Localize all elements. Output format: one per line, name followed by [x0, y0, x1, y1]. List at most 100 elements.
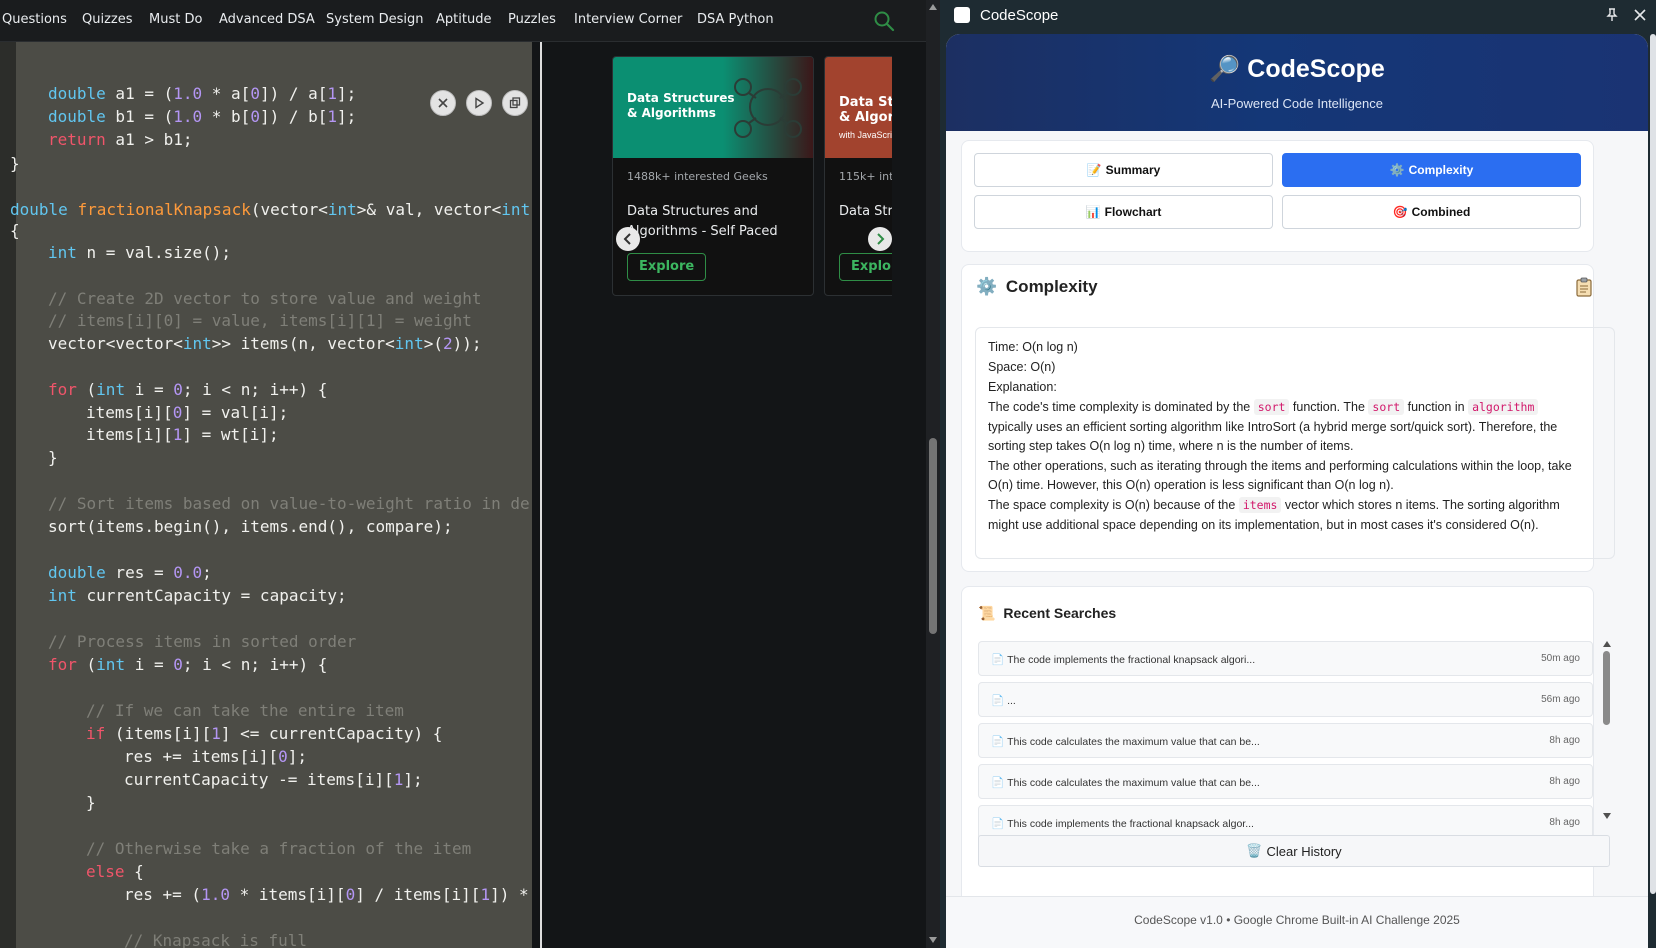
page-scrollbar[interactable] [926, 0, 940, 948]
clipboard-icon[interactable] [1576, 277, 1592, 297]
extension-icon [954, 7, 970, 23]
code-line: double fractionalKnapsack(vector<int>& v… [10, 200, 530, 219]
target-icon: 🎯 [1392, 205, 1408, 219]
recent-list-scrollbar-thumb[interactable] [1603, 651, 1610, 725]
web-page: Questions Quizzes Must Do Advanced DSA S… [0, 0, 926, 948]
code-line: // Knapsack is full [124, 931, 308, 948]
recent-search-snippet: This code calculates the maximum value t… [1007, 777, 1260, 789]
inline-code: algorithm [1468, 399, 1539, 415]
carousel-prev-button[interactable] [616, 227, 640, 251]
code-line: // Sort items based on value-to-weight r… [48, 494, 530, 513]
pin-icon[interactable] [1606, 8, 1618, 22]
code-line: // Create 2D vector to store value and w… [48, 289, 482, 308]
recent-search-item[interactable]: 📄 The code implements the fractional knap… [978, 641, 1593, 676]
code-line: res += items[i][0]; [124, 747, 308, 766]
course-banner-subtext: with JavaScrip [839, 130, 892, 140]
nav-item-advanced-dsa[interactable]: Advanced DSA [219, 12, 315, 27]
mode-tabs-card: 📝 Summary ⚙️ Complexity 📊 Flowchart 🎯 Co… [961, 140, 1594, 252]
explanation-line: The code's time complexity is dominated … [988, 399, 1539, 415]
recent-search-text: 📄 This code calculates the maximum value … [991, 776, 1260, 789]
code-line: int n = val.size(); [48, 243, 232, 262]
close-icon[interactable] [1634, 9, 1646, 21]
play-icon [475, 97, 485, 109]
course-card[interactable]: Data Str & Algori with JavaScrip 115k+ i… [824, 56, 892, 296]
result-title: ⚙️ Complexity [976, 277, 1098, 297]
magnifier-icon: 🔎 [1209, 54, 1241, 83]
explore-button[interactable]: Explore [839, 253, 892, 281]
tab-label: Complexity [1408, 163, 1474, 177]
gear-icon: ⚙️ [1389, 163, 1405, 177]
nav-item-dsa-python[interactable]: DSA Python [697, 12, 774, 27]
scroll-up-arrow-icon[interactable] [1603, 641, 1611, 647]
close-code-button[interactable] [430, 90, 456, 116]
space-complexity: Space: O(n) [988, 360, 1056, 374]
tab-summary[interactable]: 📝 Summary [974, 153, 1273, 187]
trash-icon: 🗑️ [1246, 843, 1263, 859]
explanation-text: function. The [1289, 400, 1369, 414]
document-icon: 📄 [991, 736, 1005, 748]
nav-item-quizzes[interactable]: Quizzes [82, 12, 133, 27]
inline-code: items [1238, 497, 1282, 513]
scroll-down-arrow-icon[interactable] [1603, 813, 1611, 819]
recent-search-text: 📄... [991, 694, 1016, 707]
nav-item-system-design[interactable]: System Design [326, 12, 424, 27]
document-icon: 📄 [991, 818, 1005, 830]
carousel-next-button[interactable] [868, 227, 892, 251]
inline-code: sort [1253, 399, 1290, 415]
document-icon: 📄 [991, 654, 1005, 666]
code-line: } [48, 448, 58, 467]
result-title-text: Complexity [1005, 277, 1098, 296]
course-interest-count: 1488k+ interested Geeks [627, 170, 768, 183]
recent-search-item[interactable]: 📄... 56m ago [978, 682, 1593, 717]
course-title[interactable]: Data Struc in JavaSc [839, 202, 892, 222]
course-interest-count: 115k+ int [839, 170, 892, 183]
recent-searches-title: 📜 Recent Searches [978, 605, 1116, 622]
code-line: for (int i = 0; i < n; i++) { [48, 380, 328, 399]
search-icon[interactable] [873, 10, 895, 32]
nav-item-must-do[interactable]: Must Do [149, 12, 202, 27]
app-header: 🔎 CodeScope AI-Powered Code Intelligence [946, 34, 1648, 131]
explore-button[interactable]: Explore [627, 253, 707, 281]
recent-search-time: 50m ago [1541, 653, 1580, 664]
code-line: // items[i][0] = value, items[i][1] = we… [48, 311, 472, 330]
code-line: // If we can take the entire item [86, 701, 404, 720]
code-line: currentCapacity -= items[i][1]; [124, 770, 423, 789]
run-code-button[interactable] [466, 90, 492, 116]
recent-search-item[interactable]: 📄 This code calculates the maximum value … [978, 764, 1593, 799]
nav-item-aptitude[interactable]: Aptitude [436, 12, 491, 27]
explanation-text: The space complexity is O(n) because of … [988, 498, 1239, 512]
explanation-line: might use additional space depending on … [988, 518, 1539, 532]
recent-search-snippet: ... [1007, 695, 1016, 707]
scroll-up-arrow-icon[interactable] [929, 4, 937, 10]
code-line: for (int i = 0; i < n; i++) { [48, 655, 328, 674]
side-panel-scrollbar[interactable] [1650, 34, 1656, 948]
nav-item-questions[interactable]: Questions [2, 12, 67, 27]
course-title[interactable]: Data Structures and Algorithms - Self Pa… [627, 202, 807, 242]
side-panel-scrollbar-thumb[interactable] [1650, 34, 1656, 894]
nav-item-interview-corner[interactable]: Interview Corner [574, 12, 682, 27]
course-card[interactable]: Data Structures & Algorithms 1488k+ inte… [612, 56, 814, 296]
clear-history-button[interactable]: 🗑️ Clear History [978, 835, 1610, 867]
nav-item-puzzles[interactable]: Puzzles [508, 12, 556, 27]
explanation-line: The other operations, such as iterating … [988, 459, 1572, 473]
recent-list-scrollbar[interactable] [1602, 641, 1612, 833]
recent-search-item[interactable]: 📄 This code calculates the maximum value … [978, 723, 1593, 758]
recent-search-snippet: This code calculates the maximum value t… [1007, 736, 1260, 748]
code-line: } [86, 793, 96, 812]
explanation-text: function in [1404, 400, 1469, 414]
recent-searches-title-text: Recent Searches [1003, 605, 1117, 621]
top-navigation: Questions Quizzes Must Do Advanced DSA S… [0, 0, 926, 42]
code-viewer[interactable]: double a1 = (1.0 * a[0]) / a[1]; double b… [0, 42, 532, 948]
page-scrollbar-thumb[interactable] [929, 438, 937, 634]
recent-search-text: 📄 The code implements the fractional knap… [991, 653, 1255, 666]
copy-code-button[interactable] [502, 90, 528, 116]
tab-flowchart[interactable]: 📊 Flowchart [974, 195, 1273, 229]
tab-combined[interactable]: 🎯 Combined [1282, 195, 1581, 229]
code-line: if (items[i][1] <= currentCapacity) { [86, 724, 443, 743]
scroll-down-arrow-icon[interactable] [929, 937, 937, 943]
recent-search-text: 📄 This code implements the fractional kna… [991, 817, 1254, 830]
tab-complexity[interactable]: ⚙️ Complexity [1282, 153, 1581, 187]
code-line: double a1 = (1.0 * a[0]) / a[1]; [48, 84, 357, 103]
code-line: double res = 0.0; [48, 563, 212, 582]
code-line: res += (1.0 * items[i][0] / items[i][1])… [124, 885, 529, 904]
